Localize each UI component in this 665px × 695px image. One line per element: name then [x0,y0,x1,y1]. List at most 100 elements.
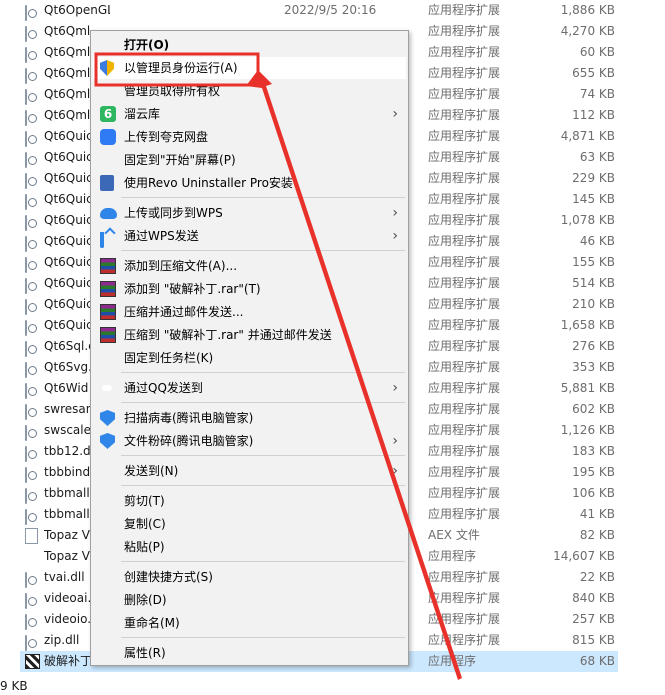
menu-item-cut[interactable]: 剪切(T) [93,490,406,512]
dll-file-icon [25,5,27,21]
dll-file-icon [25,383,27,399]
menu-item-label: 扫描病毒(腾讯电脑管家) [124,411,254,425]
dll-file-icon [25,614,27,630]
file-size: 63 KB [579,150,615,164]
share-icon [100,232,104,248]
file-type: 应用程序扩展 [428,192,501,206]
menu-separator [121,250,405,251]
file-size: 68 KB [579,654,615,668]
menu-item-compress-rar-email[interactable]: 压缩到 "破解补丁.rar" 并通过邮件发送 [93,324,406,346]
winrar-icon [100,327,116,343]
file-type: 应用程序扩展 [428,150,501,164]
file-size: 353 KB [572,360,615,374]
submenu-arrow-icon: › [392,228,398,244]
dll-file-icon [25,194,27,210]
file-size: 155 KB [572,255,615,269]
menu-item-liuyunku[interactable]: 6 溜云库 › [93,103,406,125]
menu-item-send-to[interactable]: 发送到(N) › [93,460,406,482]
submenu-arrow-icon: › [392,380,398,396]
dll-file-icon [25,68,27,84]
dll-file-icon [25,131,27,147]
tencent-shield-icon [100,410,115,426]
menu-item-label: 发送到(N) [124,464,179,478]
menu-item-pin-start[interactable]: 固定到"开始"屏幕(P) [93,149,406,171]
menu-item-qq-send[interactable]: 通过QQ发送到 › [93,377,406,399]
file-size: 46 KB [579,234,615,248]
menu-item-run-as-admin[interactable]: 以管理员身份运行(A) [93,57,406,79]
file-type: 应用程序扩展 [428,486,501,500]
menu-item-add-to-rar[interactable]: 添加到 "破解补丁.rar"(T) [93,278,406,300]
menu-item-upload-quark[interactable]: 上传到夸克网盘 [93,126,406,148]
menu-item-rename[interactable]: 重命名(M) [93,612,406,634]
dll-file-icon [25,572,27,588]
menu-item-label: 打开(O) [124,38,170,52]
menu-item-pin-taskbar[interactable]: 固定到任务栏(K) [93,347,406,369]
menu-item-label: 属性(R) [124,646,166,660]
menu-item-label: 压缩并通过邮件发送... [124,305,244,319]
file-type: 应用程序扩展 [428,234,501,248]
menu-item-label: 创建快捷方式(S) [124,570,213,584]
submenu-arrow-icon: › [392,463,398,479]
file-type: 应用程序扩展 [428,570,501,584]
dll-file-icon [25,488,27,504]
menu-item-paste[interactable]: 粘贴(P) [93,536,406,558]
menu-item-revo-uninstaller[interactable]: 使用Revo Uninstaller Pro安装 [93,172,406,194]
file-type: 应用程序扩展 [428,507,501,521]
menu-item-wps-sync[interactable]: 上传或同步到WPS › [93,202,406,224]
tencent-shield-icon [100,433,115,449]
menu-item-open[interactable]: 打开(O) [93,34,406,56]
menu-item-label: 管理员取得所有权 [124,84,221,98]
file-size: 14,607 KB [553,549,615,563]
file-type: 应用程序扩展 [428,444,501,458]
file-size: 195 KB [572,465,615,479]
menu-item-label: 固定到"开始"屏幕(P) [124,153,236,167]
dll-file-icon [25,278,27,294]
file-size: 276 KB [572,339,615,353]
dll-file-icon [25,215,27,231]
menu-item-wps-send[interactable]: 通过WPS发送 › [93,225,406,248]
file-size: 602 KB [572,402,615,416]
file-type: 应用程序扩展 [428,171,501,185]
file-row[interactable]: Qt6OpenGL.dll 2022/9/5 20:16 应用程序扩展 1,886 K… [20,0,618,21]
file-size: 5,881 KB [560,381,615,395]
menu-separator [121,455,405,456]
menu-item-delete[interactable]: 删除(D) [93,589,406,611]
menu-separator [121,485,405,486]
menu-item-label: 删除(D) [124,593,167,607]
menu-item-compress-email[interactable]: 压缩并通过邮件发送... [93,301,406,323]
menu-separator [121,402,405,403]
file-size: 1,886 KB [560,3,615,17]
menu-item-label: 剪切(T) [124,494,165,508]
menu-item-label: 上传到夸克网盘 [124,130,209,144]
file-size: 210 KB [572,297,615,311]
dll-file-icon [25,89,27,105]
file-size: 145 KB [572,192,615,206]
file-size: 60 KB [579,45,615,59]
menu-item-properties[interactable]: 属性(R) [93,642,406,664]
menu-item-label: 通过WPS发送 [124,229,199,243]
dll-file-icon [25,635,27,651]
menu-item-take-ownership[interactable]: 管理员取得所有权 [93,80,406,102]
dll-file-icon [25,362,27,378]
menu-item-add-archive[interactable]: 添加到压缩文件(A)... [93,255,406,277]
menu-separator [121,372,405,373]
submenu-arrow-icon: › [392,106,398,122]
menu-item-scan-virus[interactable]: 扫描病毒(腾讯电脑管家) [93,407,406,429]
menu-item-file-shred[interactable]: 文件粉碎(腾讯电脑管家) › [93,430,406,452]
file-size: 4,871 KB [560,129,615,143]
file-type: 应用程序扩展 [428,318,501,332]
menu-item-label: 固定到任务栏(K) [124,351,214,365]
dll-file-icon [25,110,27,126]
file-date: 2022/9/5 20:16 [284,3,377,17]
submenu-arrow-icon: › [392,433,398,449]
dll-file-icon [25,404,27,420]
menu-item-label: 添加到压缩文件(A)... [124,259,238,273]
file-size: 1,078 KB [560,213,615,227]
dll-file-icon [25,593,27,609]
patch-exe-icon [25,654,40,669]
winrar-icon [100,258,116,274]
menu-item-copy[interactable]: 复制(C) [93,513,406,535]
file-size: 82 KB [579,528,615,542]
menu-item-create-shortcut[interactable]: 创建快捷方式(S) [93,566,406,588]
file-type: 应用程序扩展 [428,87,501,101]
